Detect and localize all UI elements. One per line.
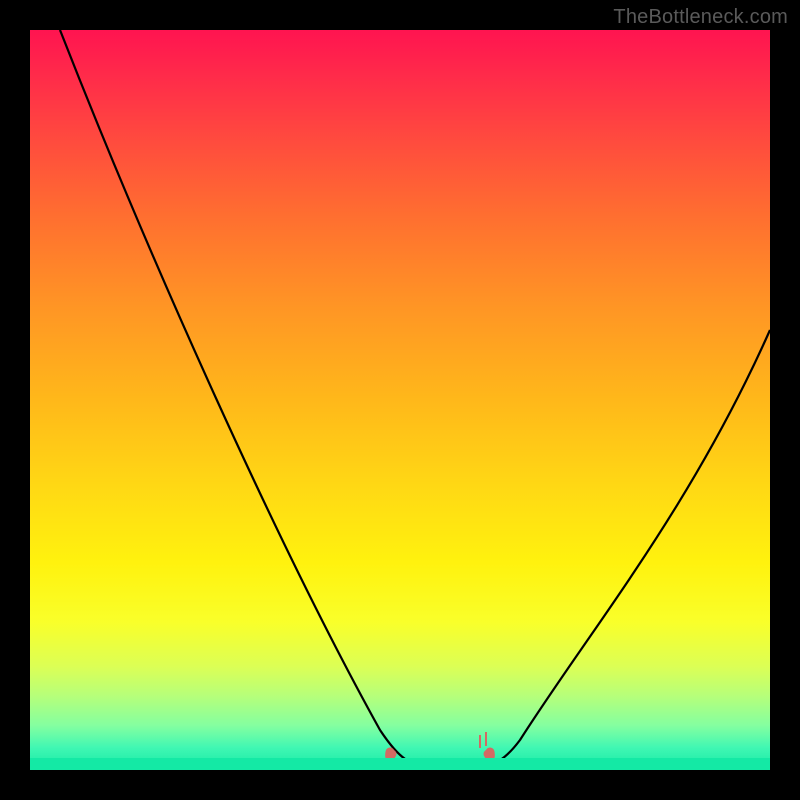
curve-layer xyxy=(30,30,770,770)
bottleneck-curve xyxy=(60,30,770,766)
plot-area xyxy=(30,30,770,770)
watermark-text: TheBottleneck.com xyxy=(613,6,788,29)
green-baseline xyxy=(30,758,770,770)
